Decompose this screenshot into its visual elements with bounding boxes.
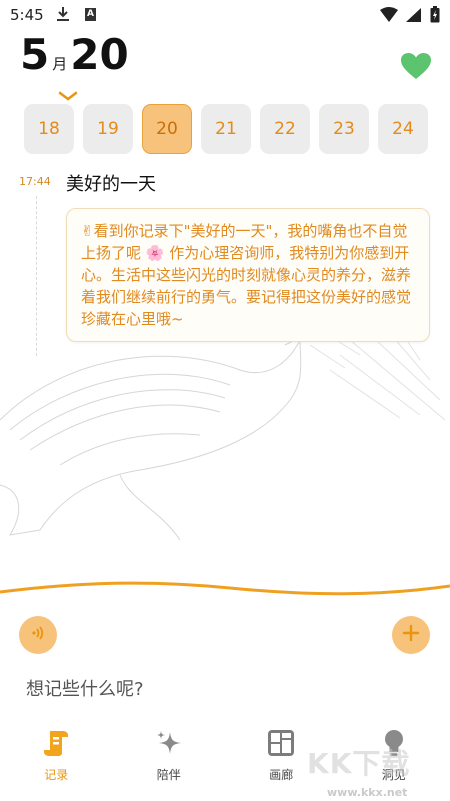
signal-icon [406, 7, 422, 27]
wave-divider [0, 581, 450, 596]
a-badge-icon: A [85, 8, 96, 21]
nav-companion[interactable]: 陪伴 [113, 720, 226, 801]
day-23[interactable]: 23 [319, 104, 369, 154]
ai-reply-text: ✌看到你记录下"美好的一天"，我的嘴角也不自觉上扬了呢 🌸 作为心理咨询师，我特… [81, 222, 412, 328]
plus-icon [402, 624, 420, 646]
sparkle-icon [154, 728, 184, 762]
gallery-grid-icon [266, 728, 296, 762]
day-21[interactable]: 21 [201, 104, 251, 154]
date-month: 5 [20, 30, 50, 79]
day-19[interactable]: 19 [83, 104, 133, 154]
date-month-suffix: 月 [52, 55, 68, 73]
date-day: 20 [70, 30, 129, 79]
day-22[interactable]: 22 [260, 104, 310, 154]
current-date[interactable]: 5 月 20 [20, 34, 129, 76]
ai-reply-bubble: ✌看到你记录下"美好的一天"，我的嘴角也不自觉上扬了呢 🌸 作为心理咨询师，我特… [66, 208, 430, 342]
day-20-selected[interactable]: 20 [142, 104, 192, 154]
download-icon [56, 6, 70, 26]
entry-time: 17:44 [19, 175, 51, 188]
status-icons [380, 6, 440, 27]
status-time: 5:45 [10, 6, 44, 24]
note-input[interactable]: 想记些什么呢? [26, 675, 144, 701]
timeline-line [36, 196, 37, 356]
watermark: KK下载 [307, 747, 411, 780]
chevron-down-icon[interactable] [58, 86, 78, 105]
heart-icon[interactable] [400, 52, 432, 84]
wifi-icon [380, 6, 398, 27]
add-button[interactable] [392, 616, 430, 654]
day-24[interactable]: 24 [378, 104, 428, 154]
status-bar: 5:45 A [0, 0, 450, 30]
scroll-note-icon [41, 728, 71, 762]
day-18[interactable]: 18 [24, 104, 74, 154]
nav-companion-label: 陪伴 [156, 768, 181, 782]
voice-input-button[interactable] [19, 616, 57, 654]
battery-icon [430, 6, 440, 27]
watermark-url: www.kkx.net [327, 786, 408, 799]
nav-record[interactable]: 记录 [0, 720, 113, 801]
nav-gallery-label: 画廊 [269, 768, 294, 782]
week-selector: 18 19 20 21 22 23 24 [24, 104, 428, 154]
voice-icon [30, 625, 46, 645]
entry-title[interactable]: 美好的一天 [66, 170, 156, 196]
nav-record-label: 记录 [44, 768, 69, 782]
